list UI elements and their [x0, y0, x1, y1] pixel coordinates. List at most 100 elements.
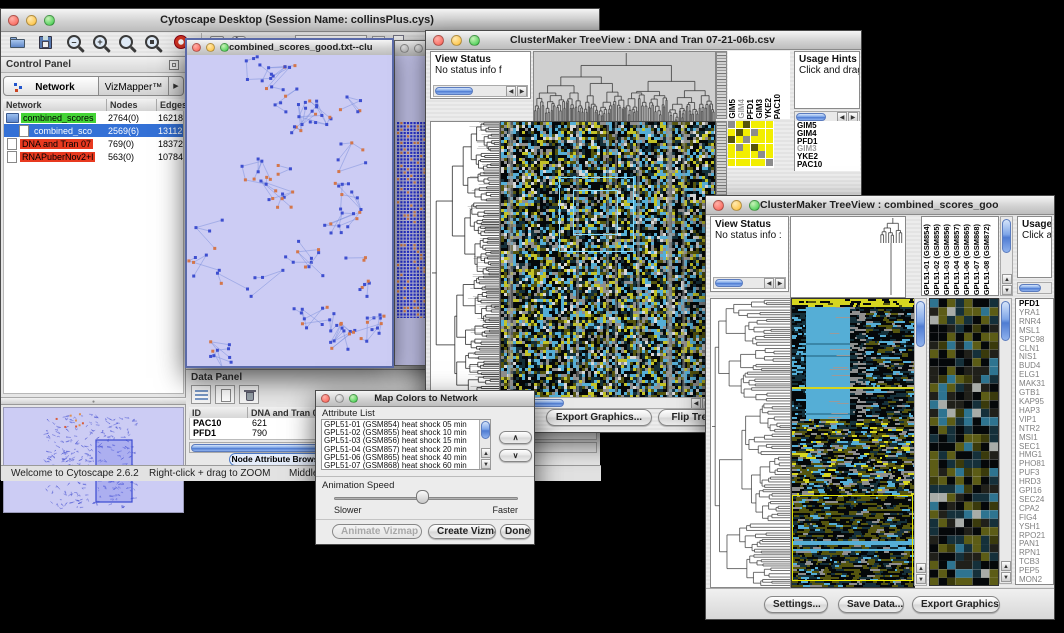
panel-divider-grip[interactable]: ● — [1, 397, 186, 405]
zoom-in-icon[interactable]: + — [91, 34, 109, 52]
scroll-up-icon[interactable]: ▲ — [1001, 561, 1011, 571]
attribute-listbox[interactable]: GPL51-01 (GSM854) heat shock 05 minGPL51… — [321, 419, 491, 470]
save-icon[interactable] — [37, 34, 55, 52]
minimize-button[interactable] — [414, 44, 423, 53]
gene-column-label: GIM5 — [728, 99, 737, 119]
zoom-out-icon[interactable]: – — [65, 34, 83, 52]
create-vizmap-button[interactable]: Create Vizmap — [428, 524, 496, 539]
zoom-button[interactable] — [349, 394, 358, 403]
scroll-up-icon[interactable]: ▲ — [916, 563, 926, 573]
close-button[interactable] — [192, 43, 201, 52]
zoom-button[interactable] — [44, 15, 55, 26]
gene-label[interactable]: MON2 — [1019, 576, 1053, 585]
minimize-button[interactable] — [731, 200, 742, 211]
tab-network[interactable]: Network — [3, 76, 99, 96]
attribute-list-item[interactable]: GPL51-03 (GSM856) heat shock 15 min — [324, 437, 490, 445]
attribute-list-vscrollbar[interactable]: ▲ ▼ — [479, 420, 491, 470]
float-panel-icon[interactable] — [169, 60, 179, 70]
close-button[interactable] — [433, 35, 444, 46]
attribute-list-item[interactable]: GPL51-07 (GSM868) heat shock 60 min — [324, 462, 490, 470]
delete-attribute-trash-icon[interactable] — [239, 385, 259, 404]
attribute-list-item[interactable]: GPL51-02 (GSM855) heat shock 10 min — [324, 429, 490, 437]
scroll-down-icon[interactable]: ▼ — [481, 459, 491, 469]
treeview-combined-window: ClusterMaker TreeView : combined_scores_… — [705, 195, 1055, 620]
network-graph-canvas[interactable] — [187, 55, 392, 366]
minimize-button[interactable] — [206, 43, 215, 52]
move-up-button[interactable]: ∧ — [499, 431, 532, 444]
attribute-list-item[interactable]: GPL51-01 (GSM854) heat shock 05 min — [324, 421, 490, 429]
save-data-button[interactable]: Save Data... — [838, 596, 904, 613]
network-list-item[interactable]: combined_sco2569(6)13112(15) — [4, 124, 183, 137]
row-dendrogram-canvas[interactable] — [430, 121, 500, 398]
attribute-list-item[interactable]: GPL51-04 (GSM857) heat shock 20 min — [324, 446, 490, 454]
view-status-hscrollbar[interactable]: ◀ ▶ — [433, 85, 528, 97]
column-header-edges[interactable]: Edges — [157, 99, 184, 111]
network-overview-panel[interactable] — [3, 407, 184, 513]
scroll-right-icon[interactable]: ▶ — [517, 86, 527, 97]
network-node-count: 769(0) — [108, 139, 134, 149]
column-header-network[interactable]: Network — [3, 99, 107, 111]
scroll-down-icon[interactable]: ▼ — [916, 574, 926, 584]
correlation-matrix[interactable] — [728, 121, 774, 168]
close-button[interactable] — [400, 44, 409, 53]
column-header-nodes[interactable]: Nodes — [107, 99, 157, 111]
minimize-button[interactable] — [26, 15, 37, 26]
scroll-down-icon[interactable]: ▼ — [1002, 285, 1012, 295]
scroll-up-icon[interactable]: ▲ — [1002, 274, 1012, 284]
row-dendrogram-canvas[interactable] — [710, 298, 791, 588]
tab-vizmapper[interactable]: VizMapper™ — [99, 76, 169, 96]
minimize-button[interactable] — [335, 394, 344, 403]
scroll-left-icon[interactable]: ◀ — [506, 86, 516, 97]
view-status-hscrollbar[interactable]: ◀ ▶ — [713, 277, 786, 289]
close-button[interactable] — [8, 15, 19, 26]
heatmap-vscrollbar[interactable]: ▲ ▼ — [914, 298, 927, 586]
new-attribute-icon[interactable] — [215, 385, 235, 404]
treeview-dna-titlebar[interactable]: ClusterMaker TreeView : DNA and Tran 07-… — [426, 31, 861, 50]
export-graphics-button[interactable]: Export Graphics... — [546, 409, 652, 426]
treeview-combined-titlebar[interactable]: ClusterMaker TreeView : combined_scores_… — [706, 196, 1054, 215]
array-column-label: GPL51-02 (GSM855) — [932, 224, 942, 295]
heatmap-canvas[interactable] — [791, 298, 915, 588]
table-mode-icon[interactable] — [191, 385, 211, 404]
network-overview-canvas[interactable] — [4, 408, 183, 512]
export-graphics-button[interactable]: Export Graphics... — [912, 596, 1000, 613]
scroll-left-icon[interactable]: ◀ — [691, 398, 701, 409]
zoom-fit-icon[interactable] — [117, 34, 135, 52]
zoom-button[interactable] — [469, 35, 480, 46]
zoom-selected-icon[interactable] — [143, 34, 161, 52]
zoom-vscrollbar[interactable]: ▲ ▼ — [999, 298, 1012, 584]
tab-overflow-button[interactable]: ▶ — [169, 76, 184, 96]
main-titlebar[interactable]: Cytoscape Desktop (Session Name: collins… — [1, 9, 599, 32]
animate-vizmap-button[interactable]: Animate Vizmap — [332, 524, 422, 539]
network-view-titlebar[interactable]: combined_scores_good.txt--cluste... — [187, 40, 392, 56]
scroll-up-icon[interactable]: ▲ — [481, 448, 491, 458]
network-list-item[interactable]: DNA and Tran 07769(0)183728(0) — [4, 137, 183, 150]
dense-network-grid-canvas[interactable] — [397, 122, 427, 318]
zoom-button[interactable] — [220, 43, 229, 52]
network-list-item[interactable]: RNAPuberNov2+l563(0)107847(0) — [4, 150, 183, 163]
column-dendrogram-canvas[interactable] — [790, 216, 906, 298]
network-list-item[interactable]: combined_scores2764(0)16218(0) — [4, 111, 183, 124]
scroll-down-icon[interactable]: ▼ — [1001, 572, 1011, 582]
heatmap-canvas[interactable] — [500, 121, 716, 398]
animation-speed-slider-thumb[interactable] — [416, 490, 429, 504]
dialog-titlebar[interactable]: Map Colors to Network — [316, 391, 534, 407]
usage-hints-panel: Usage Hints Click and drag t — [794, 51, 860, 109]
minimize-button[interactable] — [451, 35, 462, 46]
matrix-cell — [751, 159, 758, 166]
column-dendrogram-canvas[interactable] — [533, 51, 716, 123]
row-id: PAC10 — [193, 418, 221, 428]
done-button[interactable]: Done — [500, 524, 531, 539]
open-file-icon[interactable] — [9, 34, 27, 52]
settings-button[interactable]: Settings... — [764, 596, 828, 613]
usage-hints-hscrollbar[interactable] — [1017, 282, 1052, 294]
zoom-button[interactable] — [749, 200, 760, 211]
close-button[interactable] — [321, 394, 330, 403]
move-down-button[interactable]: ∨ — [499, 449, 532, 462]
scroll-right-icon[interactable]: ▶ — [775, 278, 785, 289]
scroll-left-icon[interactable]: ◀ — [764, 278, 774, 289]
column-labels-vscrollbar[interactable]: ▲ ▼ — [1000, 216, 1013, 296]
attribute-list-item[interactable]: GPL51-06 (GSM865) heat shock 40 min — [324, 454, 490, 462]
zoomed-heatmap-canvas[interactable] — [929, 298, 999, 586]
close-button[interactable] — [713, 200, 724, 211]
